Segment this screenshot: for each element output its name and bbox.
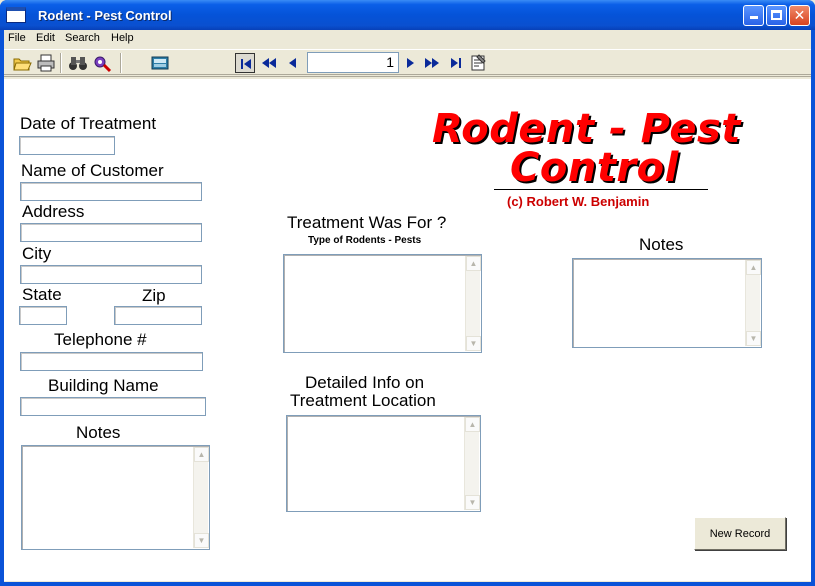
previous-record-icon: [289, 58, 296, 68]
building-label: Building Name: [48, 376, 159, 395]
minimize-icon: [749, 16, 758, 19]
scroll-down-icon[interactable]: ▼: [466, 336, 481, 351]
properties-button[interactable]: [468, 53, 488, 73]
scrollbar[interactable]: ▲ ▼: [745, 260, 761, 346]
window-title: Rodent - Pest Control: [38, 8, 172, 23]
properties-icon: [471, 54, 486, 71]
close-button[interactable]: ✕: [789, 5, 810, 26]
date-label: Date of Treatment: [20, 114, 157, 133]
zip-field[interactable]: [114, 306, 202, 325]
scrollbar[interactable]: ▲ ▼: [193, 447, 209, 548]
fast-forward-button[interactable]: [422, 53, 442, 73]
next-record-icon: [407, 58, 414, 68]
scrollbar[interactable]: ▲ ▼: [464, 417, 480, 510]
find-replace-icon: [94, 56, 112, 73]
close-icon: ✕: [793, 7, 806, 23]
notes-left-label: Notes: [76, 423, 121, 442]
address-field[interactable]: [20, 223, 202, 242]
toolbar: 1: [4, 49, 811, 75]
customer-field[interactable]: [20, 182, 202, 201]
menu-help[interactable]: Help: [111, 32, 134, 44]
app-window-icon[interactable]: [6, 7, 26, 23]
open-folder-icon: [13, 58, 32, 71]
binoculars-icon: [69, 57, 87, 70]
window-client-area: File Edit Search Help 1 Rodent - Pest Co…: [4, 30, 811, 582]
find-button[interactable]: [68, 53, 88, 73]
state-label: State: [22, 285, 62, 304]
maximize-button[interactable]: [766, 5, 787, 26]
scroll-down-icon[interactable]: ▼: [746, 331, 761, 346]
location-label-line1: Detailed Info on: [305, 373, 425, 392]
rewind-button[interactable]: [259, 53, 279, 73]
open-button[interactable]: [12, 53, 32, 73]
date-field[interactable]: [19, 136, 115, 155]
scroll-up-icon[interactable]: ▲: [466, 256, 481, 271]
treatment-memo[interactable]: ▲ ▼: [283, 254, 482, 353]
first-record-button[interactable]: [235, 53, 255, 73]
treatment-label: Treatment Was For ?: [287, 213, 447, 232]
calculator-icon: [151, 56, 169, 70]
notes-left-memo[interactable]: ▲ ▼: [21, 445, 210, 550]
city-label: City: [22, 244, 52, 263]
first-record-icon: [241, 59, 251, 69]
next-record-button[interactable]: [400, 53, 420, 73]
treatment-sublabel: Type of Rodents - Pests: [308, 235, 422, 246]
scrollbar[interactable]: ▲ ▼: [465, 256, 481, 351]
phone-label: Telephone #: [54, 330, 147, 349]
previous-record-button[interactable]: [283, 53, 303, 73]
logo-title-line2: Control: [510, 145, 679, 191]
toolbar-divider: [4, 76, 811, 78]
print-button[interactable]: [36, 53, 56, 73]
rewind-icon: [262, 58, 276, 68]
scroll-up-icon[interactable]: ▲: [465, 417, 480, 432]
phone-field[interactable]: [20, 352, 203, 371]
fast-forward-icon: [425, 58, 439, 68]
record-form: Rodent - Pest Control (c) Robert W. Benj…: [4, 79, 811, 581]
address-label: Address: [22, 202, 85, 221]
print-icon: [37, 54, 55, 72]
logo-underline: [494, 189, 708, 190]
window-bottom-edge: [4, 581, 811, 582]
city-field[interactable]: [20, 265, 202, 284]
last-record-button[interactable]: [446, 53, 466, 73]
scroll-down-icon[interactable]: ▼: [465, 495, 480, 510]
location-label-line2: Treatment Location: [290, 391, 436, 410]
minimize-button[interactable]: [743, 5, 764, 26]
title-bar[interactable]: Rodent - Pest Control ✕: [0, 0, 815, 30]
menu-search[interactable]: Search: [65, 32, 100, 44]
location-memo[interactable]: ▲ ▼: [286, 415, 481, 512]
customer-label: Name of Customer: [21, 161, 164, 180]
find-replace-button[interactable]: [92, 53, 112, 73]
scroll-up-icon[interactable]: ▲: [746, 260, 761, 275]
menu-file[interactable]: File: [8, 32, 26, 44]
toolbar-separator: [120, 53, 122, 73]
notes-right-label: Notes: [639, 235, 684, 254]
zip-label: Zip: [142, 286, 166, 305]
logo-credit: (c) Robert W. Benjamin: [507, 194, 650, 209]
building-field[interactable]: [20, 397, 206, 416]
maximize-icon: [771, 10, 782, 20]
calculator-button[interactable]: [150, 53, 170, 73]
state-field[interactable]: [19, 306, 67, 325]
menu-bar: File Edit Search Help: [4, 30, 811, 47]
new-record-button[interactable]: New Record: [694, 517, 786, 550]
menu-edit[interactable]: Edit: [36, 32, 55, 44]
last-record-icon: [451, 58, 461, 68]
app-window: Rodent - Pest Control ✕ File Edit Search…: [0, 0, 815, 586]
notes-right-memo[interactable]: ▲ ▼: [572, 258, 762, 348]
scroll-up-icon[interactable]: ▲: [194, 447, 209, 462]
scroll-down-icon[interactable]: ▼: [194, 533, 209, 548]
record-number-field[interactable]: 1: [307, 52, 399, 73]
toolbar-separator: [60, 53, 62, 73]
